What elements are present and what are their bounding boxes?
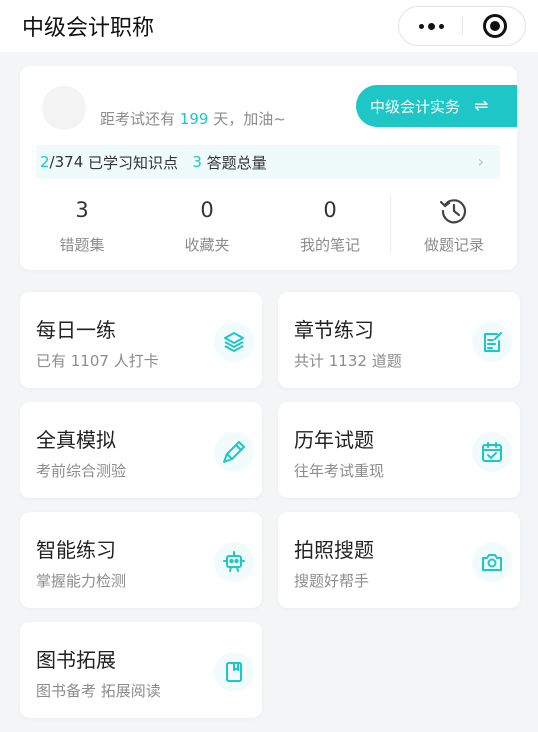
countdown-prefix: 距考试还有 bbox=[100, 110, 176, 128]
tile-title: 历年试题 bbox=[294, 428, 374, 452]
stat-wrong-questions[interactable]: 3 错题集 bbox=[32, 196, 132, 255]
tile-title: 章节练习 bbox=[294, 318, 374, 342]
tile-title: 智能练习 bbox=[36, 538, 116, 562]
overview-card: 距考试还有 199 天，加油~ 中级会计实务 ⇌ 2/374 已学习知识点 3 … bbox=[20, 66, 517, 270]
answered-count: 3 bbox=[192, 153, 202, 171]
stat-label: 做题记录 bbox=[423, 236, 484, 254]
tile-subtitle: 掌握能力检测 bbox=[36, 572, 127, 590]
stat-value: 0 bbox=[323, 198, 337, 222]
stat-history[interactable]: 做题记录 bbox=[404, 196, 504, 255]
capsule-divider bbox=[462, 17, 463, 35]
progress-summary[interactable]: 2/374 已学习知识点 3 答题总量 › bbox=[36, 145, 500, 179]
stat-value: 3 bbox=[75, 198, 89, 222]
tile-title: 全真模拟 bbox=[36, 428, 116, 452]
more-menu-icon[interactable] bbox=[399, 7, 463, 45]
note-edit-icon bbox=[472, 322, 512, 362]
chevron-right-icon: › bbox=[477, 152, 484, 171]
tile-subtitle: 搜题好帮手 bbox=[294, 572, 370, 590]
tile-book-extension[interactable]: 图书拓展 图书备考 拓展阅读 bbox=[20, 622, 262, 718]
stat-label: 我的笔记 bbox=[299, 236, 360, 254]
stat-divider bbox=[390, 196, 391, 252]
tile-title: 拍照搜题 bbox=[294, 538, 374, 562]
history-icon bbox=[404, 196, 504, 224]
stat-favorites[interactable]: 0 收藏夹 bbox=[157, 196, 257, 255]
tile-photo-search[interactable]: 拍照搜题 搜题好帮手 bbox=[278, 512, 520, 608]
book-icon bbox=[214, 652, 254, 692]
tile-subtitle: 往年考试重现 bbox=[294, 462, 385, 480]
page-title: 中级会计职称 bbox=[22, 16, 155, 41]
exam-countdown: 距考试还有 199 天，加油~ bbox=[100, 108, 286, 129]
tile-mock-exam[interactable]: 全真模拟 考前综合测验 bbox=[20, 402, 262, 498]
tile-chapter-practice[interactable]: 章节练习 共计 1132 道题 bbox=[278, 292, 520, 388]
learned-label: 已学习知识点 bbox=[88, 153, 179, 172]
switch-subject-button[interactable]: 中级会计实务 ⇌ bbox=[356, 85, 517, 127]
layers-icon bbox=[214, 322, 254, 362]
navigation-bar: 中级会计职称 bbox=[0, 0, 538, 52]
mini-program-capsule bbox=[398, 6, 526, 46]
countdown-days: 199 bbox=[179, 110, 209, 128]
tile-daily-practice[interactable]: 每日一练 已有 1107 人打卡 bbox=[20, 292, 262, 388]
stat-value: 0 bbox=[200, 198, 214, 222]
tile-subtitle: 共计 1132 道题 bbox=[294, 352, 402, 370]
countdown-suffix: 天，加油~ bbox=[213, 110, 286, 128]
stat-label: 错题集 bbox=[59, 236, 105, 254]
tile-title: 图书拓展 bbox=[36, 648, 116, 672]
stat-notes[interactable]: 0 我的笔记 bbox=[280, 196, 380, 255]
pen-icon bbox=[214, 432, 254, 472]
avatar[interactable] bbox=[42, 86, 86, 130]
calendar-check-icon bbox=[472, 432, 512, 472]
total-points: /374 bbox=[49, 153, 84, 171]
tile-smart-practice[interactable]: 智能练习 掌握能力检测 bbox=[20, 512, 262, 608]
subject-label: 中级会计实务 bbox=[370, 97, 461, 116]
learned-count: 2 bbox=[40, 153, 50, 171]
tile-title: 每日一练 bbox=[36, 318, 116, 342]
robot-icon bbox=[214, 542, 254, 582]
tile-subtitle: 考前综合测验 bbox=[36, 462, 127, 480]
tile-past-exams[interactable]: 历年试题 往年考试重现 bbox=[278, 402, 520, 498]
camera-icon bbox=[472, 542, 512, 582]
stat-label: 收藏夹 bbox=[184, 236, 230, 254]
tile-subtitle: 图书备考 拓展阅读 bbox=[36, 682, 161, 700]
close-target-icon[interactable] bbox=[483, 14, 507, 38]
answered-label: 答题总量 bbox=[206, 153, 267, 172]
tile-subtitle: 已有 1107 人打卡 bbox=[36, 352, 159, 370]
swap-icon: ⇌ bbox=[474, 96, 489, 116]
